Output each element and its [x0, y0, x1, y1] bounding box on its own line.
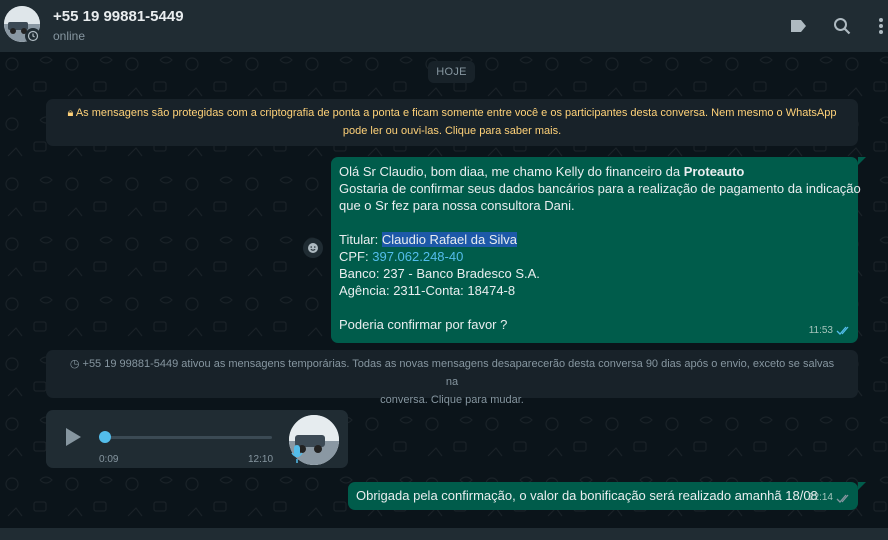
cpf-link[interactable]: 397.062.248-40 — [372, 249, 463, 264]
bubble-tail — [858, 482, 866, 490]
bubble-tail — [858, 157, 866, 165]
message-line: que o Sr fez para nossa consultora Dani. — [339, 198, 575, 213]
contact-name[interactable]: +55 19 99881-5449 — [53, 8, 184, 25]
double-check-icon — [836, 494, 849, 503]
agency-line: Agência: 2311-Conta: 18474-8 — [339, 283, 516, 298]
lock-icon: 🔒︎ — [67, 107, 74, 119]
selected-text[interactable]: Claudio Rafael da Silva — [381, 232, 517, 247]
closing-line: Poderia confirmar por favor ? — [339, 317, 508, 332]
company-name: Proteauto — [683, 164, 745, 179]
menu-icon[interactable] — [870, 15, 888, 37]
double-check-icon — [836, 326, 849, 335]
encryption-text-line2: pode ler ou ouvi-las. Clique para saber … — [342, 125, 562, 137]
microphone-icon — [290, 444, 304, 469]
timer-text-line2: conversa. Clique para mudar. — [380, 394, 524, 406]
composer-bar — [0, 528, 888, 540]
contact-status: online — [53, 29, 86, 43]
chat-area: HOJE 🔒︎ As mensagens são protegidas com … — [0, 52, 888, 540]
message-time: 11:53 — [808, 325, 833, 336]
timer-badge-icon — [25, 28, 41, 44]
message-meta: 12:14 — [808, 490, 852, 506]
message-line: Gostaria de confirmar seus dados bancári… — [339, 181, 861, 196]
message-text: Obrigada pela confirmação, o valor da bo… — [356, 488, 818, 503]
emoji-reaction-icon[interactable] — [303, 238, 323, 258]
audio-duration: 0:09 — [99, 454, 119, 465]
message-meta: 11:53 — [809, 322, 852, 339]
incoming-audio-message: 0:09 12:10 — [46, 410, 348, 468]
message-time: 12:10 — [248, 454, 274, 465]
label-icon[interactable] — [787, 15, 809, 37]
audio-progress-track[interactable] — [104, 436, 272, 439]
outgoing-message[interactable]: Obrigada pela confirmação, o valor da bo… — [348, 482, 858, 510]
titular-line: Titular: Claudio Rafael da Silva — [339, 232, 517, 247]
audio-progress-knob[interactable] — [99, 431, 111, 443]
message-time: 12:14 — [807, 492, 833, 503]
message-line: Olá Sr Claudio, bom diaa, me chamo Kelly… — [339, 164, 745, 179]
date-divider: HOJE — [428, 61, 475, 83]
search-icon[interactable] — [831, 15, 853, 37]
timer-icon: ◷ — [69, 358, 80, 370]
outgoing-message[interactable]: Olá Sr Claudio, bom diaa, me chamo Kelly… — [331, 157, 861, 343]
play-icon[interactable] — [63, 426, 83, 453]
disappearing-messages-notice[interactable]: ◷ +55 19 99881-5449 ativou as mensagens … — [46, 350, 858, 406]
encryption-text-line1: As mensagens são protegidas com a cripto… — [75, 107, 837, 119]
timer-text-line1: +55 19 99881-5449 ativou as mensagens te… — [82, 358, 835, 388]
cpf-line: CPF: 397.062.248-40 — [339, 249, 464, 264]
bank-line: Banco: 237 - Banco Bradesco S.A. — [339, 266, 540, 281]
encryption-notice[interactable]: 🔒︎ As mensagens são protegidas com a cri… — [46, 99, 858, 146]
chat-header: +55 19 99881-5449 online — [0, 0, 888, 52]
